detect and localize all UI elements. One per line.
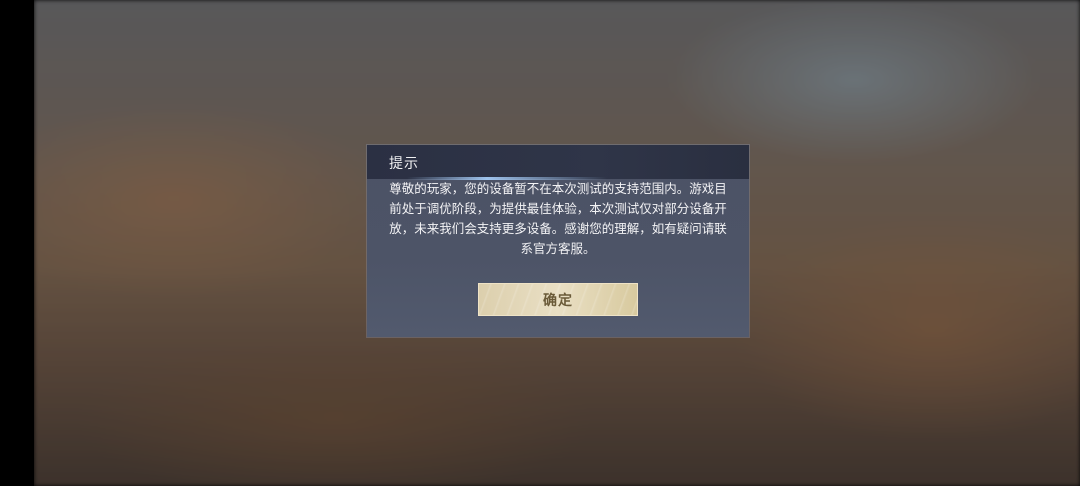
game-screen: 提示 尊敬的玩家，您的设备暂不在本次测试的支持范围内。游戏目前处于调优阶段，为提… [0,0,1080,486]
confirm-button[interactable]: 确定 [478,283,638,316]
confirm-button-label: 确定 [543,292,573,309]
dialog-message: 尊敬的玩家，您的设备暂不在本次测试的支持范围内。游戏目前处于调优阶段，为提供最佳… [389,181,727,256]
device-unsupported-dialog: 提示 尊敬的玩家，您的设备暂不在本次测试的支持范围内。游戏目前处于调优阶段，为提… [367,145,749,337]
dialog-title: 提示 [389,156,419,172]
dialog-header: 提示 [367,145,749,180]
left-black-bar [0,0,34,486]
